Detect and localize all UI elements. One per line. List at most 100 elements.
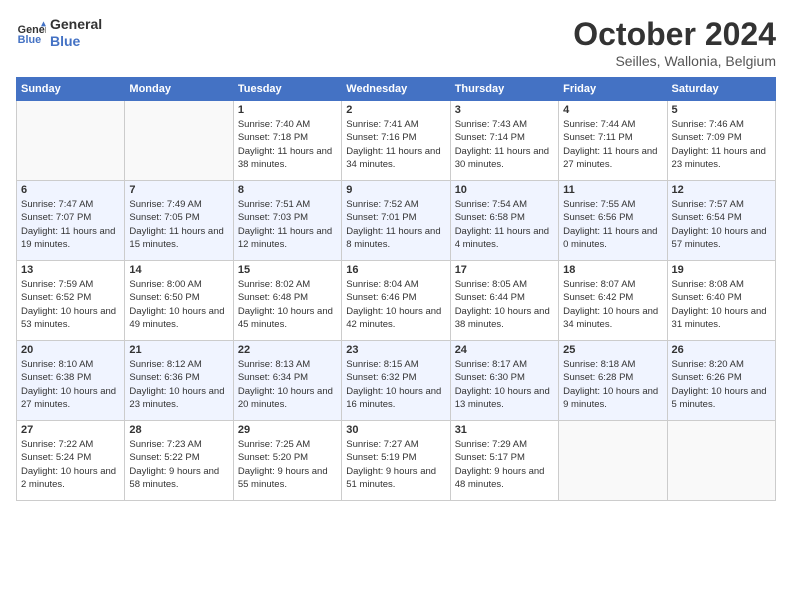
day-number: 11 [563, 184, 662, 196]
day-number: 12 [672, 184, 771, 196]
day-number: 1 [238, 104, 337, 116]
day-number: 23 [346, 344, 445, 356]
cell-3-6: 18Sunrise: 8:07 AMSunset: 6:42 PMDayligh… [559, 261, 667, 341]
week-row-4: 20 Sunrise: 8:10 AMSunset: 6:38 PMDayligh… [17, 341, 776, 421]
day-info: Sunrise: 7:51 AMSunset: 7:03 PMDaylight:… [238, 198, 337, 251]
location-title: Seilles, Wallonia, Belgium [573, 53, 776, 69]
cell-3-3: 15 Sunrise: 8:02 AMSunset: 6:48 PMDayligh… [233, 261, 341, 341]
cell-1-6: 4Sunrise: 7:44 AMSunset: 7:11 PMDaylight… [559, 101, 667, 181]
day-info: Sunrise: 7:43 AMSunset: 7:14 PMDaylight:… [455, 118, 554, 171]
col-thursday: Thursday [450, 78, 558, 101]
day-number: 25 [563, 344, 662, 356]
cell-5-2: 28 Sunrise: 7:23 AMSunset: 5:22 PMDayligh… [125, 421, 233, 501]
day-number: 13 [21, 264, 120, 276]
day-number: 10 [455, 184, 554, 196]
day-info: Sunrise: 7:49 AMSunset: 7:05 PMDaylight:… [129, 198, 228, 251]
week-row-5: 27 Sunrise: 7:22 AMSunset: 5:24 PMDayligh… [17, 421, 776, 501]
cell-2-4: 9Sunrise: 7:52 AMSunset: 7:01 PMDaylight… [342, 181, 450, 261]
cell-4-1: 20 Sunrise: 8:10 AMSunset: 6:38 PMDayligh… [17, 341, 125, 421]
day-number: 28 [129, 424, 228, 436]
day-number: 17 [455, 264, 554, 276]
cell-3-4: 16 Sunrise: 8:04 AMSunset: 6:46 PMDayligh… [342, 261, 450, 341]
cell-4-7: 26 Sunrise: 8:20 AMSunset: 6:26 PMDayligh… [667, 341, 775, 421]
cell-4-3: 22 Sunrise: 8:13 AMSunset: 6:34 PMDayligh… [233, 341, 341, 421]
day-info: Sunrise: 7:59 AMSunset: 6:52 PMDaylight:… [21, 278, 120, 331]
day-info: Sunrise: 8:20 AMSunset: 6:26 PMDaylight:… [672, 358, 771, 411]
day-info: Sunrise: 8:05 AMSunset: 6:44 PMDaylight:… [455, 278, 554, 331]
cell-5-3: 29 Sunrise: 7:25 AMSunset: 5:20 PMDayligh… [233, 421, 341, 501]
svg-text:Blue: Blue [18, 34, 41, 46]
cell-5-4: 30 Sunrise: 7:27 AMSunset: 5:19 PMDayligh… [342, 421, 450, 501]
day-info: Sunrise: 8:08 AMSunset: 6:40 PMDaylight:… [672, 278, 771, 331]
cell-1-4: 2Sunrise: 7:41 AMSunset: 7:16 PMDaylight… [342, 101, 450, 181]
cell-5-6 [559, 421, 667, 501]
cell-3-1: 13 Sunrise: 7:59 AMSunset: 6:52 PMDayligh… [17, 261, 125, 341]
cell-1-5: 3 Sunrise: 7:43 AMSunset: 7:14 PMDaylight… [450, 101, 558, 181]
week-row-3: 13 Sunrise: 7:59 AMSunset: 6:52 PMDayligh… [17, 261, 776, 341]
col-tuesday: Tuesday [233, 78, 341, 101]
day-info: Sunrise: 8:04 AMSunset: 6:46 PMDaylight:… [346, 278, 445, 331]
day-number: 31 [455, 424, 554, 436]
cell-2-1: 6 Sunrise: 7:47 AMSunset: 7:07 PMDaylight… [17, 181, 125, 261]
day-info: Sunrise: 7:22 AMSunset: 5:24 PMDaylight:… [21, 438, 120, 491]
logo-general: General [50, 16, 102, 33]
cell-1-3: 1Sunrise: 7:40 AMSunset: 7:18 PMDaylight… [233, 101, 341, 181]
day-info: Sunrise: 8:00 AMSunset: 6:50 PMDaylight:… [129, 278, 228, 331]
cell-5-5: 31 Sunrise: 7:29 AMSunset: 5:17 PMDayligh… [450, 421, 558, 501]
day-info: Sunrise: 7:55 AMSunset: 6:56 PMDaylight:… [563, 198, 662, 251]
month-title: October 2024 [573, 16, 776, 53]
day-info: Sunrise: 7:41 AMSunset: 7:16 PMDaylight:… [346, 118, 445, 171]
day-number: 27 [21, 424, 120, 436]
day-number: 6 [21, 184, 120, 196]
cell-3-5: 17 Sunrise: 8:05 AMSunset: 6:44 PMDayligh… [450, 261, 558, 341]
day-number: 20 [21, 344, 120, 356]
day-info: Sunrise: 8:17 AMSunset: 6:30 PMDaylight:… [455, 358, 554, 411]
cell-5-7 [667, 421, 775, 501]
col-sunday: Sunday [17, 78, 125, 101]
cell-2-3: 8Sunrise: 7:51 AMSunset: 7:03 PMDaylight… [233, 181, 341, 261]
cell-2-7: 12Sunrise: 7:57 AMSunset: 6:54 PMDayligh… [667, 181, 775, 261]
day-number: 19 [672, 264, 771, 276]
day-info: Sunrise: 8:12 AMSunset: 6:36 PMDaylight:… [129, 358, 228, 411]
day-number: 29 [238, 424, 337, 436]
day-info: Sunrise: 8:15 AMSunset: 6:32 PMDaylight:… [346, 358, 445, 411]
calendar-table: Sunday Monday Tuesday Wednesday Thursday… [16, 77, 776, 501]
cell-2-5: 10 Sunrise: 7:54 AMSunset: 6:58 PMDayligh… [450, 181, 558, 261]
header-row: Sunday Monday Tuesday Wednesday Thursday… [17, 78, 776, 101]
cell-1-2 [125, 101, 233, 181]
week-row-1: 1Sunrise: 7:40 AMSunset: 7:18 PMDaylight… [17, 101, 776, 181]
day-number: 3 [455, 104, 554, 116]
day-number: 9 [346, 184, 445, 196]
day-info: Sunrise: 8:02 AMSunset: 6:48 PMDaylight:… [238, 278, 337, 331]
cell-1-7: 5Sunrise: 7:46 AMSunset: 7:09 PMDaylight… [667, 101, 775, 181]
cell-4-5: 24Sunrise: 8:17 AMSunset: 6:30 PMDayligh… [450, 341, 558, 421]
day-info: Sunrise: 7:27 AMSunset: 5:19 PMDaylight:… [346, 438, 445, 491]
day-info: Sunrise: 7:54 AMSunset: 6:58 PMDaylight:… [455, 198, 554, 251]
day-number: 16 [346, 264, 445, 276]
day-number: 5 [672, 104, 771, 116]
day-number: 15 [238, 264, 337, 276]
title-block: October 2024 Seilles, Wallonia, Belgium [573, 16, 776, 69]
cell-4-4: 23 Sunrise: 8:15 AMSunset: 6:32 PMDayligh… [342, 341, 450, 421]
day-number: 21 [129, 344, 228, 356]
cell-1-1 [17, 101, 125, 181]
day-number: 14 [129, 264, 228, 276]
day-info: Sunrise: 7:29 AMSunset: 5:17 PMDaylight:… [455, 438, 554, 491]
day-number: 26 [672, 344, 771, 356]
col-wednesday: Wednesday [342, 78, 450, 101]
day-info: Sunrise: 8:07 AMSunset: 6:42 PMDaylight:… [563, 278, 662, 331]
logo-blue: Blue [50, 33, 102, 50]
day-number: 22 [238, 344, 337, 356]
col-friday: Friday [559, 78, 667, 101]
day-info: Sunrise: 7:23 AMSunset: 5:22 PMDaylight:… [129, 438, 228, 491]
day-info: Sunrise: 8:18 AMSunset: 6:28 PMDaylight:… [563, 358, 662, 411]
day-info: Sunrise: 7:47 AMSunset: 7:07 PMDaylight:… [21, 198, 120, 251]
logo-icon: General Blue [16, 18, 46, 48]
day-info: Sunrise: 8:13 AMSunset: 6:34 PMDaylight:… [238, 358, 337, 411]
day-info: Sunrise: 8:10 AMSunset: 6:38 PMDaylight:… [21, 358, 120, 411]
logo-text: General Blue [50, 16, 102, 50]
page-container: General Blue General Blue October 2024 S… [0, 0, 792, 509]
cell-4-2: 21 Sunrise: 8:12 AMSunset: 6:36 PMDayligh… [125, 341, 233, 421]
day-info: Sunrise: 7:25 AMSunset: 5:20 PMDaylight:… [238, 438, 337, 491]
day-number: 30 [346, 424, 445, 436]
